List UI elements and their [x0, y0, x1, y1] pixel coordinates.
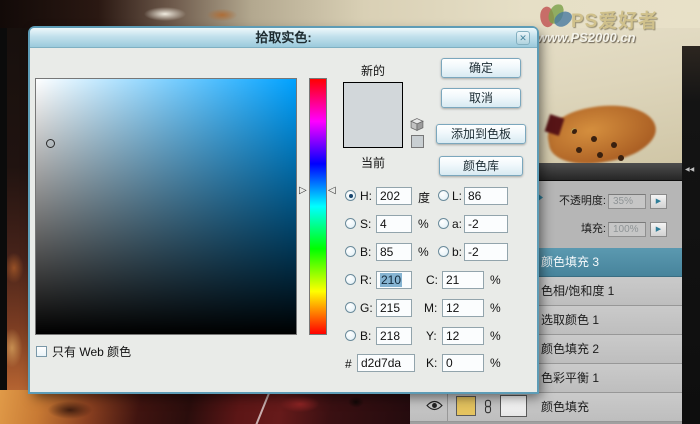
new-current-color-swatch [343, 82, 403, 148]
color-picker-dialog: 拾取实色: ✕ ▷ ◁ 新的 当前 确定 取消 添加到色板 颜色库 H: 202… [30, 28, 537, 392]
radio-s[interactable] [345, 218, 356, 229]
label-y: Y: [426, 329, 437, 343]
color-library-button[interactable]: 颜色库 [439, 156, 523, 176]
radio-g[interactable] [345, 302, 356, 313]
label-a: a: [452, 217, 462, 231]
fill-spinner-arrow-icon[interactable]: ▶ [650, 222, 667, 237]
input-s[interactable]: 4 [376, 215, 412, 233]
radio-b[interactable] [345, 246, 356, 257]
background-photo-left [0, 28, 30, 424]
input-c[interactable]: 21 [442, 271, 484, 289]
unit-h: 度 [418, 189, 430, 206]
layer-row-color-fill-bottom[interactable]: 颜色填充 [410, 393, 682, 422]
link-icon [483, 399, 493, 414]
input-b[interactable]: 85 [376, 243, 412, 261]
close-icon[interactable]: ✕ [516, 31, 530, 45]
input-r[interactable]: 210 [376, 271, 412, 289]
label-b: B: [360, 245, 371, 259]
unit-b: % [418, 245, 429, 259]
input-b3[interactable]: -2 [464, 243, 508, 261]
screen: 不透明度: 35% ▶ 填充: 100% ▶ 颜色填充 3 色相/饱和度 1 选… [0, 0, 700, 424]
watermark-url-top: www.PS2000.cn [537, 30, 636, 45]
fill-input[interactable]: 100% [608, 222, 646, 237]
unit-c: % [490, 273, 501, 287]
opacity-input[interactable]: 35% [608, 194, 646, 209]
guitar-tuning-pegs [571, 128, 577, 134]
label-k: K: [426, 356, 437, 370]
input-k[interactable]: 0 [442, 354, 484, 372]
dialog-title: 拾取实色: [30, 28, 537, 48]
label-c: C: [426, 273, 438, 287]
web-safe-cube-icon [410, 118, 424, 131]
row-divider [447, 393, 448, 422]
dialog-titlebar[interactable]: 拾取实色: ✕ [30, 28, 537, 48]
hue-slider[interactable] [309, 78, 327, 335]
web-colors-only-checkbox[interactable] [36, 346, 47, 357]
panel-collapse-arrows-icon[interactable]: ◀◀ [685, 166, 694, 173]
label-b2: B: [360, 329, 371, 343]
layer-fill-thumbnail[interactable] [456, 396, 476, 416]
color-field-marker[interactable] [46, 139, 55, 148]
input-l[interactable]: 86 [464, 187, 508, 205]
current-color-label: 当前 [343, 154, 403, 171]
background-photo-bottom [0, 390, 412, 424]
new-color-label: 新的 [343, 62, 403, 79]
unit-k: % [490, 356, 501, 370]
add-to-swatches-button[interactable]: 添加到色板 [436, 124, 526, 144]
input-y[interactable]: 12 [442, 327, 484, 345]
input-h[interactable]: 202 [376, 187, 412, 205]
unit-s: % [418, 217, 429, 231]
input-g[interactable]: 215 [376, 299, 412, 317]
input-a[interactable]: -2 [464, 215, 508, 233]
hex-prefix: # [345, 357, 352, 371]
label-m: M: [424, 301, 437, 315]
label-b3: b: [452, 245, 462, 259]
input-m[interactable]: 12 [442, 299, 484, 317]
radio-l[interactable] [438, 190, 449, 201]
hue-slider-left-marker-icon[interactable]: ▷ [299, 186, 307, 196]
label-s: S: [360, 217, 371, 231]
eye-icon[interactable] [426, 400, 443, 411]
radio-b3[interactable] [438, 246, 449, 257]
cancel-button[interactable]: 取消 [441, 88, 521, 108]
radio-r[interactable] [345, 274, 356, 285]
saturation-brightness-field[interactable] [35, 78, 297, 335]
hue-slider-right-marker-icon[interactable]: ◁ [328, 186, 336, 196]
unit-m: % [490, 301, 501, 315]
label-g: G: [360, 301, 373, 315]
radio-a[interactable] [438, 218, 449, 229]
unit-y: % [490, 329, 501, 343]
opacity-spinner-arrow-icon[interactable]: ▶ [650, 194, 667, 209]
label-l: L: [452, 189, 462, 203]
input-b2[interactable]: 218 [376, 327, 412, 345]
radio-b2[interactable] [345, 330, 356, 341]
label-r: R: [360, 273, 372, 287]
hex-input[interactable]: d2d7da [357, 354, 415, 372]
layer-mask-thumbnail[interactable] [500, 395, 527, 417]
ok-button[interactable]: 确定 [441, 58, 521, 78]
workspace-dark-strip [682, 46, 700, 424]
watermark-brand-top: PS爱好者 [571, 6, 658, 33]
label-h: H: [360, 189, 372, 203]
radio-h[interactable] [345, 190, 356, 201]
web-safe-color-swatch[interactable] [411, 135, 424, 148]
web-colors-only-label: 只有 Web 颜色 [52, 343, 131, 360]
